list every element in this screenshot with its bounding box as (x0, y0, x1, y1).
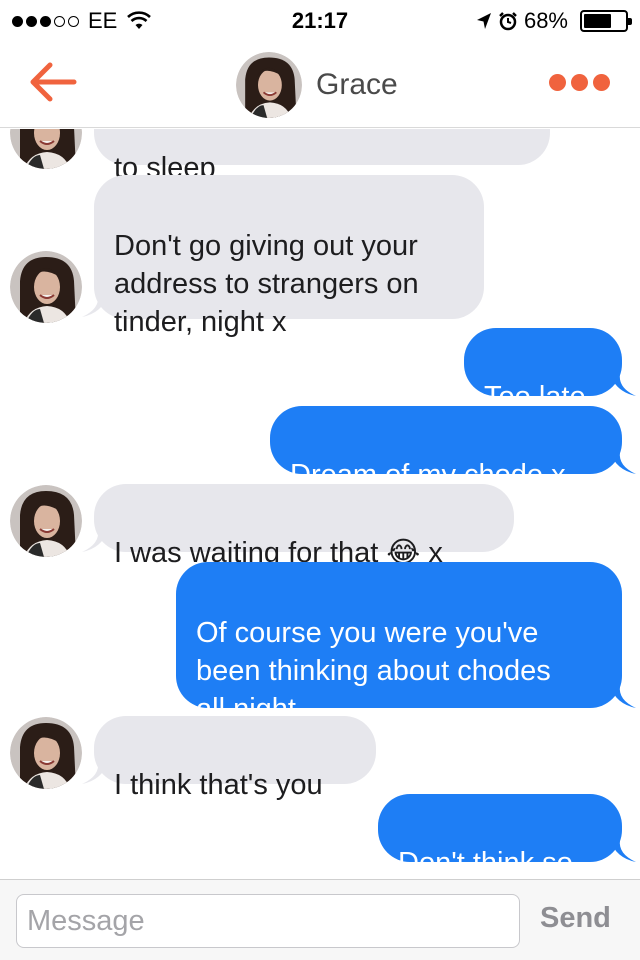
message-text: I think that's you (114, 769, 323, 801)
bubble-tail (610, 686, 636, 708)
bubble-tail (82, 295, 108, 317)
bubble-tail (610, 374, 636, 396)
battery-percent: 68% (523, 8, 568, 33)
message-bubble[interactable]: Of course you were you've been thinking … (176, 562, 622, 725)
message-bubble[interactable]: Dream of my chode x (270, 406, 622, 491)
message-bubble[interactable]: Too late (464, 328, 622, 413)
sender-avatar[interactable] (10, 485, 82, 557)
send-button[interactable]: Send (540, 902, 611, 935)
contact-avatar[interactable] (236, 52, 302, 118)
message-bubble[interactable]: to sleep (94, 129, 550, 184)
message-bubble[interactable]: I think that's you (94, 716, 376, 801)
bubble-tail (82, 762, 108, 784)
message-bubble[interactable]: Don't think so (378, 794, 622, 879)
message-text: Of course you were you've been thinking … (196, 617, 551, 725)
battery-fill (584, 14, 611, 28)
bubble-tail (610, 452, 636, 474)
alarm-clock-icon (499, 12, 517, 31)
message-input[interactable] (16, 894, 520, 948)
contact-name: Grace (316, 68, 398, 101)
battery-icon (580, 10, 632, 32)
arrow-left-icon[interactable] (28, 60, 78, 104)
status-bar: EE 21:17 68% (0, 0, 640, 40)
sender-avatar[interactable] (10, 251, 82, 323)
message-bubble[interactable]: Don't go giving out your address to stra… (94, 175, 484, 338)
bubble-tail (610, 840, 636, 862)
composer-bar: Send (0, 879, 640, 960)
ellipsis-icon[interactable] (549, 74, 610, 91)
message-text: Don't think so (398, 847, 573, 879)
location-arrow-icon (476, 13, 491, 29)
message-bubble[interactable]: I was waiting for that 😂 x (94, 484, 514, 569)
nav-bar: Grace (0, 40, 640, 128)
message-text: Don't go giving out your address to stra… (114, 230, 419, 338)
status-right: 68% (476, 8, 632, 34)
sender-avatar[interactable] (10, 717, 82, 789)
message-list[interactable]: to sleep Don't go giving out your addres… (0, 129, 640, 879)
contact-header[interactable]: Grace (236, 52, 398, 118)
sender-avatar[interactable] (10, 129, 82, 169)
bubble-tail (82, 530, 108, 552)
